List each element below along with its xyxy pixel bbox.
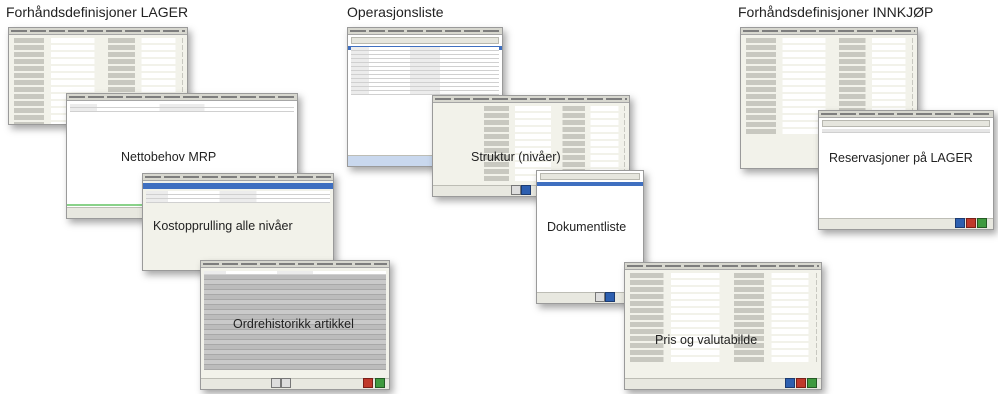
print-icon[interactable]	[595, 292, 605, 302]
refresh-icon[interactable]	[521, 185, 531, 195]
exit-icon[interactable]	[807, 378, 817, 388]
tab-strip[interactable]	[741, 28, 917, 35]
nettobehov-label: Nettobehov MRP	[121, 150, 217, 164]
tab-strip[interactable]	[348, 28, 502, 35]
heading-lager: Forhåndsdefinisjoner LAGER	[6, 4, 189, 20]
save-icon[interactable]	[363, 378, 373, 388]
tab-strip[interactable]	[433, 96, 629, 103]
help-icon[interactable]	[955, 218, 965, 228]
print-icon[interactable]	[511, 185, 521, 195]
tab-strip[interactable]	[625, 263, 821, 270]
heading-operasjonsliste: Operasjonsliste	[347, 4, 444, 20]
pris-window[interactable]: Pris og valutabilde	[624, 262, 822, 390]
tab-strip[interactable]	[143, 174, 333, 181]
refresh-icon[interactable]	[605, 292, 615, 302]
save-icon[interactable]	[966, 218, 976, 228]
help-icon[interactable]	[785, 378, 795, 388]
tab-strip[interactable]	[67, 94, 297, 101]
save-icon[interactable]	[796, 378, 806, 388]
tab-strip[interactable]	[9, 28, 187, 35]
reservasjoner-window[interactable]: Reservasjoner på LAGER	[818, 110, 994, 230]
heading-innkjop: Forhåndsdefinisjoner INNKJØP	[738, 4, 934, 20]
kostopprulling-window[interactable]: Kostopprulling alle nivåer	[142, 173, 334, 271]
dokumentliste-label: Dokumentliste	[547, 220, 627, 234]
pris-label: Pris og valutabilde	[655, 333, 758, 347]
ordrehistorikk-window[interactable]: Ordrehistorikk artikkel	[200, 260, 390, 390]
ordrehistorikk-label: Ordrehistorikk artikkel	[233, 317, 354, 331]
copy-icon[interactable]	[281, 378, 291, 388]
print-icon[interactable]	[271, 378, 281, 388]
reservasjoner-label: Reservasjoner på LAGER	[829, 151, 973, 165]
tab-strip[interactable]	[201, 261, 389, 268]
exit-icon[interactable]	[977, 218, 987, 228]
struktur-label: Struktur (nivåer)	[471, 150, 561, 164]
tab-strip[interactable]	[819, 111, 993, 118]
kostopprulling-label: Kostopprulling alle nivåer	[153, 219, 293, 233]
exit-icon[interactable]	[375, 378, 385, 388]
